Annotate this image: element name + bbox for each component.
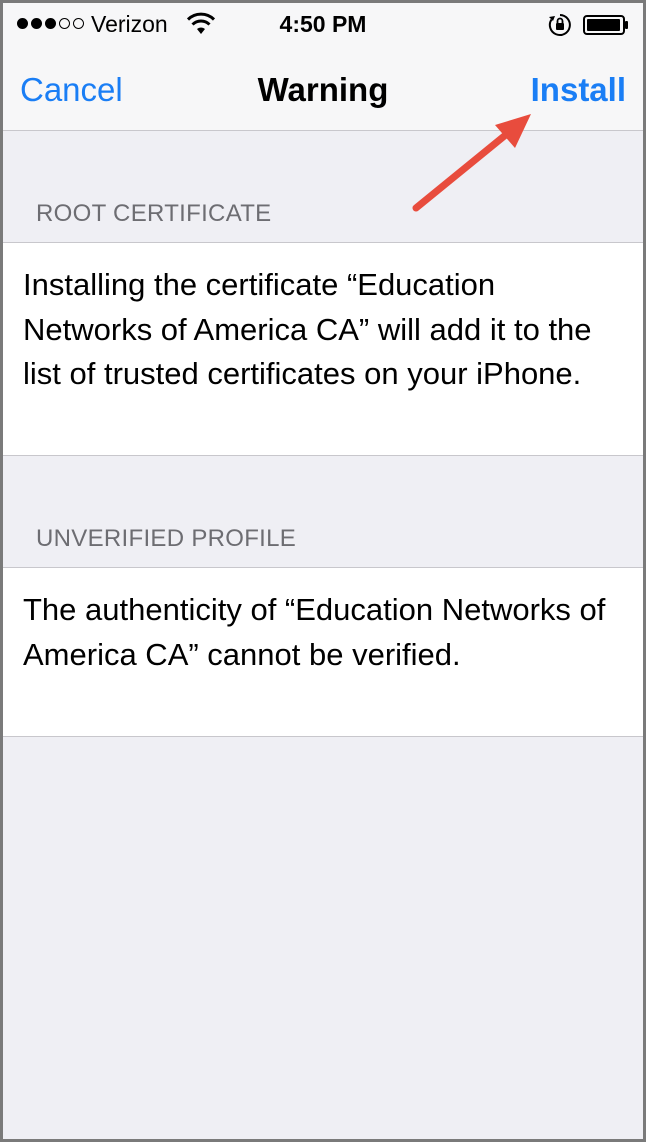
- phone-screen: Verizon 4:50 PM Cancel Warning Install R…: [0, 0, 646, 1142]
- install-button[interactable]: Install: [531, 71, 626, 109]
- navigation-bar: Cancel Warning Install: [3, 43, 643, 131]
- status-time: 4:50 PM: [279, 11, 367, 37]
- section-header-root-certificate: ROOT CERTIFICATE: [36, 200, 272, 227]
- battery-icon: [583, 15, 628, 35]
- unverified-profile-cell: The authenticity of “Education Networks …: [3, 567, 643, 737]
- status-bar: Verizon 4:50 PM: [3, 3, 643, 43]
- root-certificate-cell: Installing the certificate “Education Ne…: [3, 242, 643, 456]
- top-bar: Verizon 4:50 PM Cancel Warning Install: [3, 3, 643, 131]
- rotation-lock-icon: [548, 14, 571, 36]
- section-header-unverified-profile: UNVERIFIED PROFILE: [36, 525, 297, 552]
